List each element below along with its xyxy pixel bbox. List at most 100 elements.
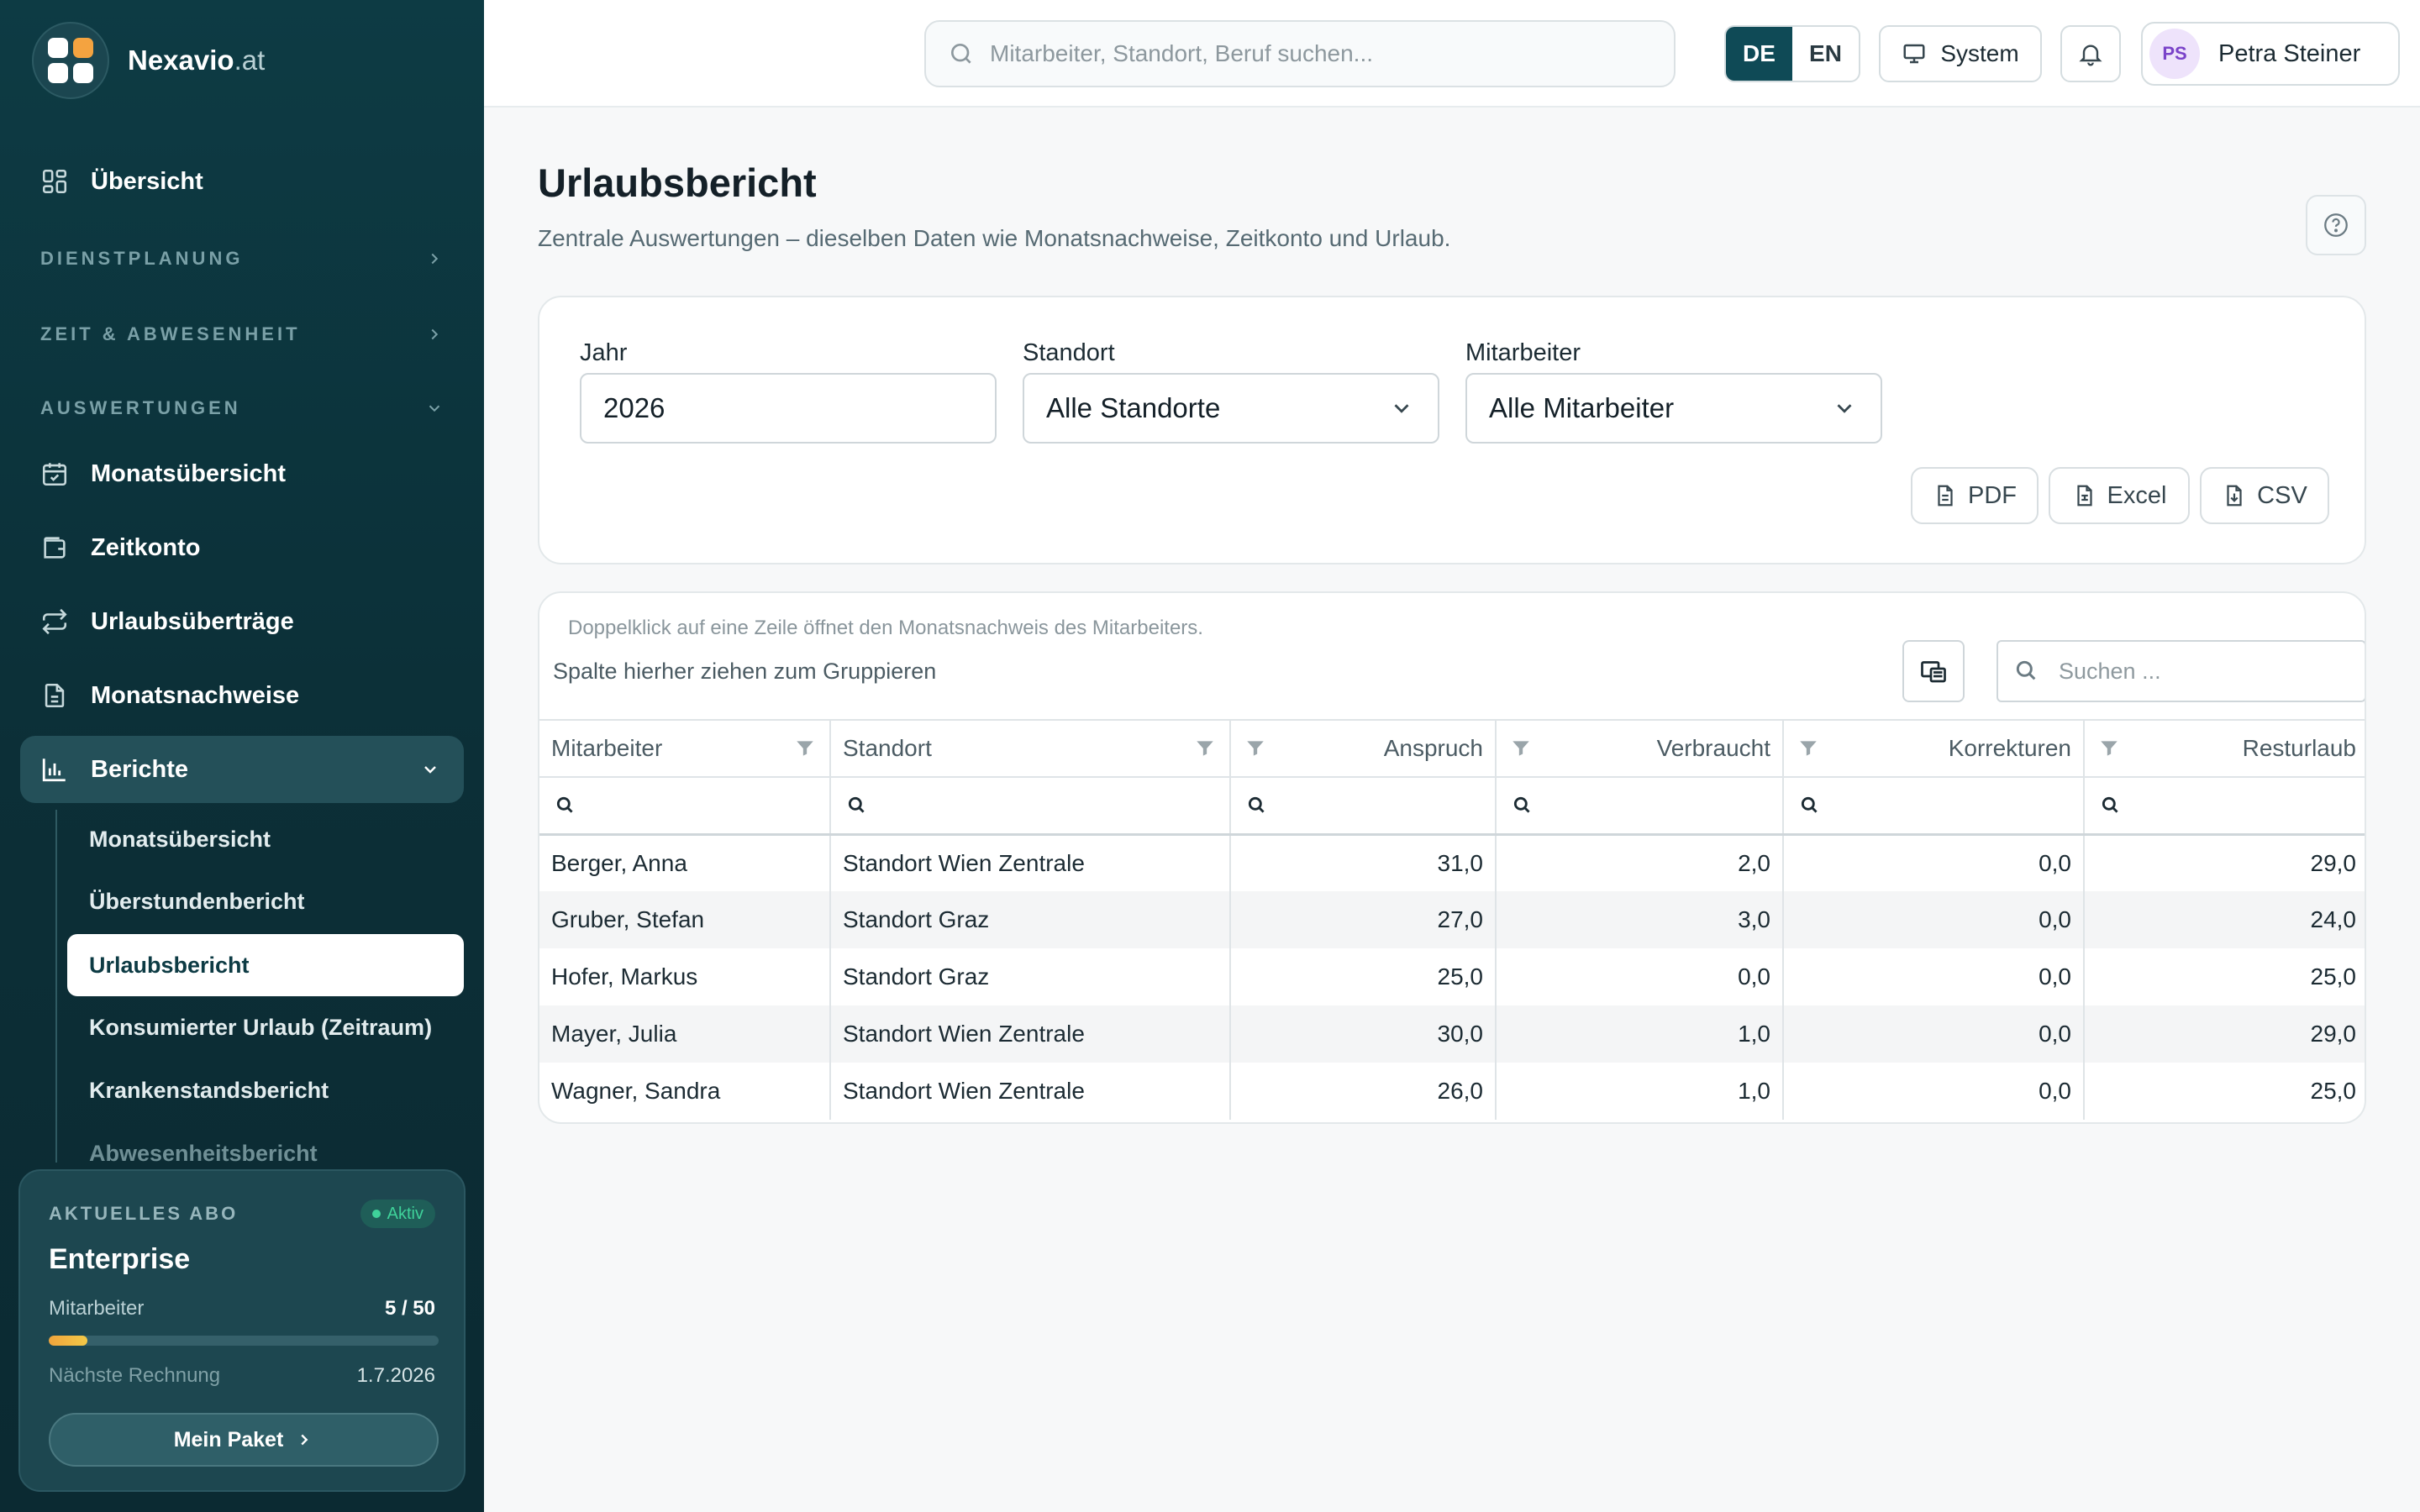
filter-row: [539, 777, 2365, 836]
column-header-anspruch[interactable]: Anspruch: [1230, 719, 1497, 778]
global-search[interactable]: [924, 20, 1676, 87]
brand[interactable]: Nexavio.at: [32, 22, 265, 99]
column-filter-cell[interactable]: [2084, 777, 2365, 836]
section-zeit-abwesenheit[interactable]: ZEIT & ABWESENHEIT: [40, 318, 444, 351]
table-cell: Gruber, Stefan: [539, 891, 831, 948]
subitem-urlaubsbericht[interactable]: Urlaubsbericht: [67, 934, 464, 996]
plan-employees-label: Mitarbeiter: [49, 1297, 145, 1320]
file-download-icon: [2227, 485, 2242, 507]
table-cell: 26,0: [1230, 1063, 1497, 1120]
location-select[interactable]: Alle Standorte: [1023, 373, 1439, 444]
table-cell: 29,0: [2310, 849, 2357, 876]
theme-button[interactable]: System: [1879, 25, 2042, 82]
sidebar-item-monatsuebersicht[interactable]: Monatsübersicht: [20, 440, 464, 507]
table-cell: 27,0: [1230, 891, 1497, 948]
chevron-down-icon: [1837, 404, 1852, 413]
global-search-input[interactable]: [990, 40, 1662, 67]
plan-invoice-label: Nächste Rechnung: [49, 1364, 221, 1387]
column-filter-cell[interactable]: [1783, 777, 2085, 836]
filter-icon[interactable]: [2098, 738, 2120, 759]
subitem-konsumierter-urlaub[interactable]: Konsumierter Urlaub (Zeitraum): [67, 996, 464, 1058]
lang-en-button[interactable]: EN: [1792, 27, 1859, 81]
user-menu[interactable]: PS Petra Steiner: [2141, 22, 2400, 86]
column-filter-cell[interactable]: [830, 777, 1231, 836]
chevron-right-icon: [431, 253, 439, 265]
lang-de-button[interactable]: DE: [1726, 27, 1792, 81]
column-header-label: Resturlaub: [2242, 735, 2356, 761]
table-cell: Mayer, Julia: [539, 1005, 831, 1063]
plan-invoice-value: 1.7.2026: [356, 1364, 435, 1387]
section-dienstplanung[interactable]: DIENSTPLANUNG: [40, 242, 444, 276]
submenu-rail: [55, 810, 57, 1163]
filter-icon[interactable]: [1797, 738, 1819, 759]
sidebar-item-label: Berichte: [91, 755, 189, 783]
section-label: ZEIT & ABWESENHEIT: [40, 323, 301, 344]
plan-usage-fill: [49, 1336, 88, 1346]
export-csv-label: CSV: [2257, 481, 2307, 509]
grid-search-input[interactable]: [2059, 658, 2361, 685]
search-icon: [2102, 796, 2118, 813]
column-filter-cell[interactable]: [539, 777, 831, 836]
monitor-icon: [1903, 44, 1925, 64]
chevron-down-icon: [424, 766, 436, 774]
page-subtitle: Zentrale Auswertungen – dieselben Daten …: [538, 225, 1451, 251]
table-cell: Berger, Anna: [539, 834, 831, 891]
export-excel-button[interactable]: Excel: [2049, 467, 2190, 524]
table-cell: Standort Graz: [830, 948, 1231, 1005]
subitem-ueberstundenbericht[interactable]: Überstundenbericht: [67, 870, 464, 932]
filter-icon[interactable]: [794, 738, 816, 759]
sidebar-item-overview[interactable]: Übersicht: [20, 148, 464, 215]
sidebar-item-monatsnachweise[interactable]: Monatsnachweise: [20, 662, 464, 729]
data-grid: Doppelklick auf eine Zeile öffnet den Mo…: [538, 591, 2366, 1124]
grid-search[interactable]: [1996, 640, 2365, 702]
employee-select[interactable]: Alle Mitarbeiter: [1465, 373, 1882, 444]
table-row[interactable]: Berger, Anna Standort Wien Zentrale 31,0 2,…: [539, 834, 2365, 891]
help-button[interactable]: [2306, 195, 2366, 255]
subitem-monatsuebersicht[interactable]: Monatsübersicht: [67, 808, 464, 870]
column-header-mitarbeiter[interactable]: Mitarbeiter: [539, 719, 831, 778]
help-circle-icon: [2324, 213, 2348, 237]
column-header-korrekturen[interactable]: Korrekturen: [1783, 719, 2085, 778]
sidebar-item-berichte[interactable]: Berichte: [20, 736, 464, 803]
table-row[interactable]: Hofer, Markus Standort Graz 25,0 0,0 0,0 25,0: [539, 948, 2365, 1005]
location-value: Alle Standorte: [1046, 392, 1221, 423]
filter-icon[interactable]: [1244, 738, 1266, 759]
section-auswertungen[interactable]: AUSWERTUNGEN: [40, 391, 444, 425]
column-filter-cell[interactable]: [1496, 777, 1784, 836]
filter-icon[interactable]: [1510, 738, 1532, 759]
table-row[interactable]: Wagner, Sandra Standort Wien Zentrale 26,0…: [539, 1063, 2365, 1120]
column-header-verbraucht[interactable]: Verbraucht: [1496, 719, 1784, 778]
notifications-button[interactable]: [2060, 25, 2121, 82]
search-icon: [556, 796, 573, 813]
grid-icon: [42, 169, 67, 194]
column-header-resturlaub[interactable]: Resturlaub: [2084, 719, 2365, 778]
plan-invoice-row: Nächste Rechnung 1.7.2026: [49, 1364, 435, 1388]
my-plan-button[interactable]: Mein Paket: [49, 1413, 439, 1467]
column-chooser-button[interactable]: [1902, 640, 1965, 702]
chevron-right-icon: [301, 1434, 308, 1446]
year-input[interactable]: 2026: [580, 373, 997, 444]
subitem-krankenstandsbericht[interactable]: Krankenstandsbericht: [67, 1059, 464, 1121]
export-pdf-button[interactable]: PDF: [1911, 467, 2039, 524]
column-header-standort[interactable]: Standort: [830, 719, 1231, 778]
table-row[interactable]: Mayer, Julia Standort Wien Zentrale 30,0 1,…: [539, 1005, 2365, 1063]
brand-name: Nexavio.at: [128, 45, 266, 76]
sidebar-item-zeitkonto[interactable]: Zeitkonto: [20, 514, 464, 581]
table-cell: 1,0: [1496, 1005, 1784, 1063]
chevron-down-icon: [1394, 404, 1409, 413]
sidebar-item-urlaubsuebertraege[interactable]: Urlaubsüberträge: [20, 588, 464, 655]
column-header-label: Verbraucht: [1656, 735, 1770, 761]
search-icon: [1513, 796, 1530, 813]
sidebar-item-label: Übersicht: [91, 167, 203, 195]
column-filter-cell[interactable]: [1230, 777, 1497, 836]
group-panel[interactable]: Spalte hierher ziehen zum Gruppieren: [553, 659, 936, 685]
search-icon: [1801, 796, 1818, 813]
sidebar-item-label: Zeitkonto: [91, 533, 201, 561]
table-cell: Standort Graz: [830, 891, 1231, 948]
bell-icon: [2079, 45, 2102, 66]
filter-icon[interactable]: [1194, 738, 1216, 759]
export-csv-button[interactable]: CSV: [2200, 467, 2329, 524]
table-row[interactable]: Gruber, Stefan Standort Graz 27,0 3,0 0,0 24,…: [539, 891, 2365, 948]
table-cell: Wagner, Sandra: [539, 1063, 831, 1120]
sidebar-item-label: Monatsnachweise: [91, 681, 300, 709]
